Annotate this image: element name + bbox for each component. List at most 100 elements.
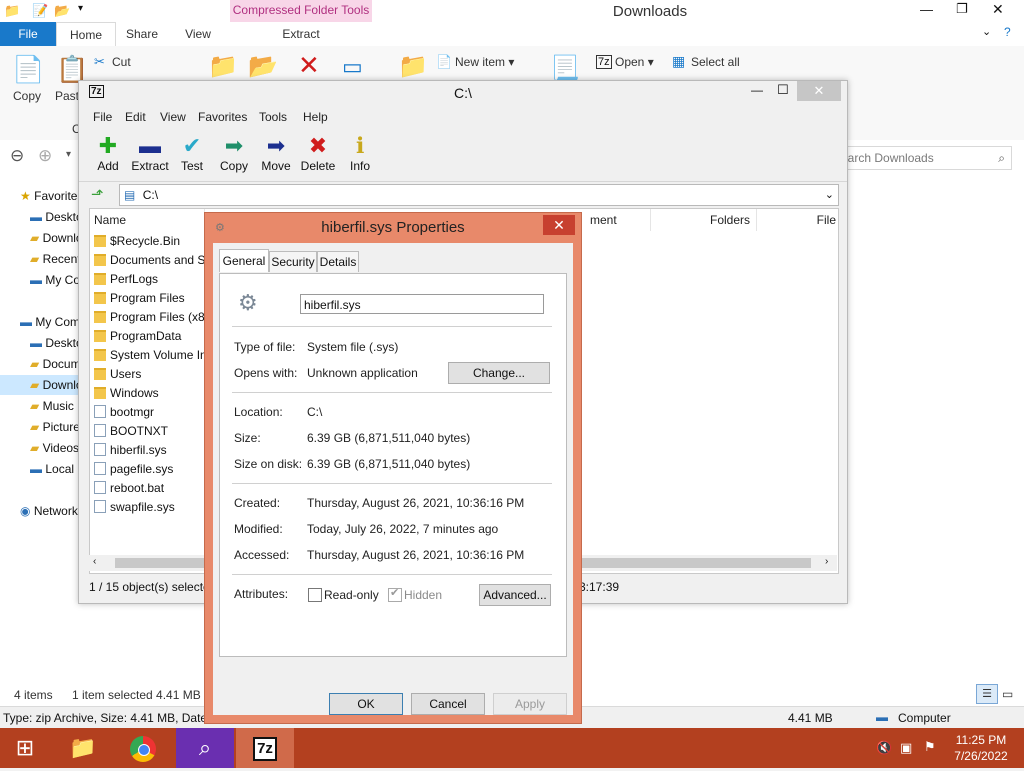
help-icon[interactable]: ? — [1004, 25, 1011, 39]
tab-home[interactable]: Home — [56, 22, 116, 47]
tab-extract[interactable]: Extract — [230, 22, 372, 46]
tree-item-downloads-2[interactable]: ▰ Downloads — [0, 375, 80, 395]
tree-item-documents[interactable]: ▰ Documents — [0, 354, 80, 374]
close-icon[interactable]: ✕ — [543, 215, 575, 235]
properties-icon[interactable]: 📝 — [32, 3, 48, 19]
menu-file[interactable]: File — [93, 110, 112, 124]
new-item-icon[interactable]: 📄 — [436, 54, 452, 70]
maximize-icon[interactable]: ☐ — [777, 82, 789, 98]
7z-open-icon[interactable]: 7z — [596, 55, 612, 69]
rename-icon[interactable]: ▭ — [342, 54, 363, 80]
search-icon[interactable]: ⌕ — [998, 147, 1005, 169]
copy-icon[interactable]: 📄 — [12, 54, 44, 85]
menu-favorites[interactable]: Favorites — [198, 110, 247, 124]
select-all-icon[interactable]: ▦ — [672, 53, 685, 70]
action-center-flag-icon[interactable]: ⚑ — [924, 739, 936, 755]
back-arrow-icon[interactable]: ⊖ — [10, 146, 24, 166]
list-item[interactable]: System Volume In — [94, 346, 214, 365]
properties-check-icon[interactable]: 📃 — [550, 54, 580, 83]
list-item[interactable]: Windows — [94, 384, 214, 403]
column-header-comment[interactable]: ment — [590, 209, 651, 231]
details-view-icon[interactable]: ☰ — [976, 684, 998, 704]
column-header-files[interactable]: File — [800, 209, 836, 231]
tree-item-my-computer[interactable]: ▬ My Computer — [0, 312, 80, 332]
change-button[interactable]: Change... — [448, 362, 550, 384]
search-input[interactable]: Search Downloads ⌕ — [832, 146, 1012, 170]
copy-to-icon[interactable]: 📂 — [248, 52, 278, 81]
chevron-down-icon[interactable]: ⌄ — [825, 185, 834, 205]
large-icons-view-icon[interactable]: ▭ — [1002, 684, 1013, 704]
tree-item-favorites[interactable]: ★ Favorites — [0, 186, 80, 206]
ok-button[interactable]: OK — [329, 693, 403, 715]
info-button[interactable]: ℹ Info — [337, 133, 383, 179]
taskbar-search-app[interactable]: ⌕ — [176, 728, 234, 768]
cancel-button[interactable]: Cancel — [411, 693, 485, 715]
tree-item-desktop-2[interactable]: ▬ Desktop — [0, 333, 80, 353]
menu-view[interactable]: View — [160, 110, 186, 124]
recent-locations-chevron-icon[interactable]: ▾ — [66, 149, 71, 160]
apply-button[interactable]: Apply — [493, 693, 567, 715]
tree-item-recent[interactable]: ▰ Recent places — [0, 249, 80, 269]
list-item-selected[interactable]: hiberfil.sys — [94, 441, 214, 460]
select-all-button[interactable]: Select all — [691, 55, 740, 69]
filename-field[interactable]: hiberfil.sys — [300, 294, 544, 314]
tree-item-downloads[interactable]: ▰ Downloads — [0, 228, 80, 248]
tree-item-network[interactable]: ◉ Network — [0, 501, 80, 521]
delete-button[interactable]: ✖ Delete — [295, 133, 341, 179]
column-header-folders[interactable]: Folders — [660, 209, 757, 231]
menu-tools[interactable]: Tools — [259, 110, 287, 124]
scroll-left-icon[interactable]: ‹ — [93, 556, 96, 567]
test-button[interactable]: ✔ Test — [169, 133, 215, 179]
tab-share[interactable]: Share — [118, 22, 166, 46]
tree-item-pictures[interactable]: ▰ Pictures — [0, 417, 80, 437]
move-to-icon[interactable]: 📁 — [208, 52, 238, 81]
taskbar-file-explorer[interactable]: 📁 — [54, 728, 112, 768]
advanced-button[interactable]: Advanced... — [479, 584, 551, 606]
hidden-checkbox[interactable] — [388, 586, 402, 602]
ribbon-expand-icon[interactable]: ⌄ — [982, 25, 991, 38]
tab-view[interactable]: View — [176, 22, 220, 46]
extract-button[interactable]: ▬ Extract — [127, 133, 173, 179]
quick-access-toolbar-icon[interactable]: 📁 — [4, 3, 20, 19]
up-folder-icon[interactable]: ⬏ — [91, 185, 104, 203]
move-button[interactable]: ➡ Move — [253, 133, 299, 179]
menu-edit[interactable]: Edit — [125, 110, 146, 124]
tree-item-desktop[interactable]: ▬ Desktop — [0, 207, 80, 227]
column-header-name[interactable]: Name — [94, 209, 205, 231]
tab-details[interactable]: Details — [317, 251, 359, 272]
new-folder-icon[interactable]: 📂 — [54, 3, 70, 19]
tab-file[interactable]: File — [0, 22, 56, 46]
tab-security[interactable]: Security — [269, 251, 317, 272]
address-bar[interactable]: ▤ C:\ ⌄ — [119, 184, 839, 206]
network-icon[interactable]: ▣ — [900, 740, 912, 756]
list-item[interactable]: reboot.bat — [94, 479, 214, 498]
open-button[interactable]: Open ▾ — [615, 55, 654, 69]
readonly-checkbox[interactable] — [308, 588, 322, 602]
list-item[interactable]: BOOTNXT — [94, 422, 214, 441]
taskbar-chrome[interactable] — [114, 728, 172, 768]
list-item[interactable]: bootmgr — [94, 403, 214, 422]
start-button[interactable]: ⊞ — [0, 728, 50, 768]
taskbar-7zip[interactable]: 7z — [236, 728, 294, 768]
tree-item-my-computer-fav[interactable]: ▬ My Computer — [0, 270, 80, 290]
clock[interactable]: 11:25 PM 7/26/2022 — [944, 732, 1018, 764]
volume-muted-icon[interactable]: 🔇 — [876, 740, 892, 756]
close-icon[interactable]: ✕ — [797, 81, 841, 101]
list-item[interactable]: Program Files (x86 — [94, 308, 214, 327]
minimize-icon[interactable]: — — [920, 2, 933, 17]
minimize-icon[interactable]: — — [751, 83, 763, 97]
list-item[interactable]: Users — [94, 365, 214, 384]
list-item[interactable]: ProgramData — [94, 327, 214, 346]
new-item-button[interactable]: New item ▾ — [455, 55, 514, 69]
tree-item-local-disk[interactable]: ▬ Local Disk — [0, 459, 80, 479]
list-item[interactable]: pagefile.sys — [94, 460, 214, 479]
list-item[interactable]: Documents and S — [94, 251, 214, 270]
list-item[interactable]: swapfile.sys — [94, 498, 214, 517]
tree-item-music[interactable]: ▰ Music — [0, 396, 80, 416]
forward-arrow-icon[interactable]: ⊕ — [38, 146, 52, 166]
list-item[interactable]: PerfLogs — [94, 270, 214, 289]
add-button[interactable]: ✚ Add — [85, 133, 131, 179]
tree-item-videos[interactable]: ▰ Videos — [0, 438, 80, 458]
copy-button[interactable]: Copy — [13, 89, 41, 103]
chevron-down-icon[interactable]: ▾ — [78, 3, 83, 14]
